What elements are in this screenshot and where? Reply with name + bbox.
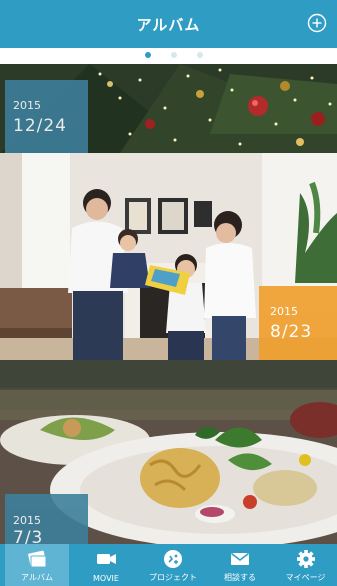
date-badge: 2015 7/3 [5, 494, 88, 544]
album-year: 2015 [270, 305, 298, 318]
tab-consult[interactable]: 相談する [208, 544, 272, 586]
tab-label: アルバム [21, 573, 53, 582]
album-card[interactable]: 2015 12/24 [0, 64, 337, 153]
date-badge: 2015 12/24 [5, 80, 88, 153]
album-card[interactable]: 2015 8/23 [0, 153, 337, 360]
bottom-tab-bar: アルバム MOVIE プロジェクト 相談する マイページ [0, 544, 337, 586]
plus-circle-icon[interactable] [307, 13, 327, 33]
tab-project[interactable]: プロジェクト [140, 544, 206, 586]
page-dot[interactable] [145, 52, 151, 58]
page-title: アルバム [136, 16, 201, 34]
album-date: 7/3 [13, 528, 44, 544]
tab-label: プロジェクト [149, 573, 197, 582]
app-header: アルバム [0, 0, 337, 48]
album-icon [28, 550, 47, 568]
mail-icon [231, 552, 249, 565]
video-camera-icon [97, 554, 116, 564]
page-dot[interactable] [197, 52, 203, 58]
album-card[interactable]: 2015 7/3 [0, 360, 337, 544]
album-date: 8/23 [270, 322, 313, 342]
tab-movie[interactable]: MOVIE [74, 544, 138, 586]
album-date: 12/24 [13, 116, 67, 136]
project-icon [164, 550, 182, 568]
tab-label: MOVIE [93, 574, 119, 583]
date-badge: 2015 8/23 [259, 286, 337, 360]
page-indicator [0, 49, 337, 62]
tab-label: マイページ [285, 573, 326, 582]
album-year: 2015 [13, 99, 41, 112]
tab-mypage[interactable]: マイページ [274, 544, 337, 586]
gear-icon [296, 550, 315, 568]
album-year: 2015 [13, 514, 41, 527]
page-dot[interactable] [171, 52, 177, 58]
tab-label: 相談する [224, 573, 256, 582]
tab-album[interactable]: アルバム [5, 544, 69, 586]
